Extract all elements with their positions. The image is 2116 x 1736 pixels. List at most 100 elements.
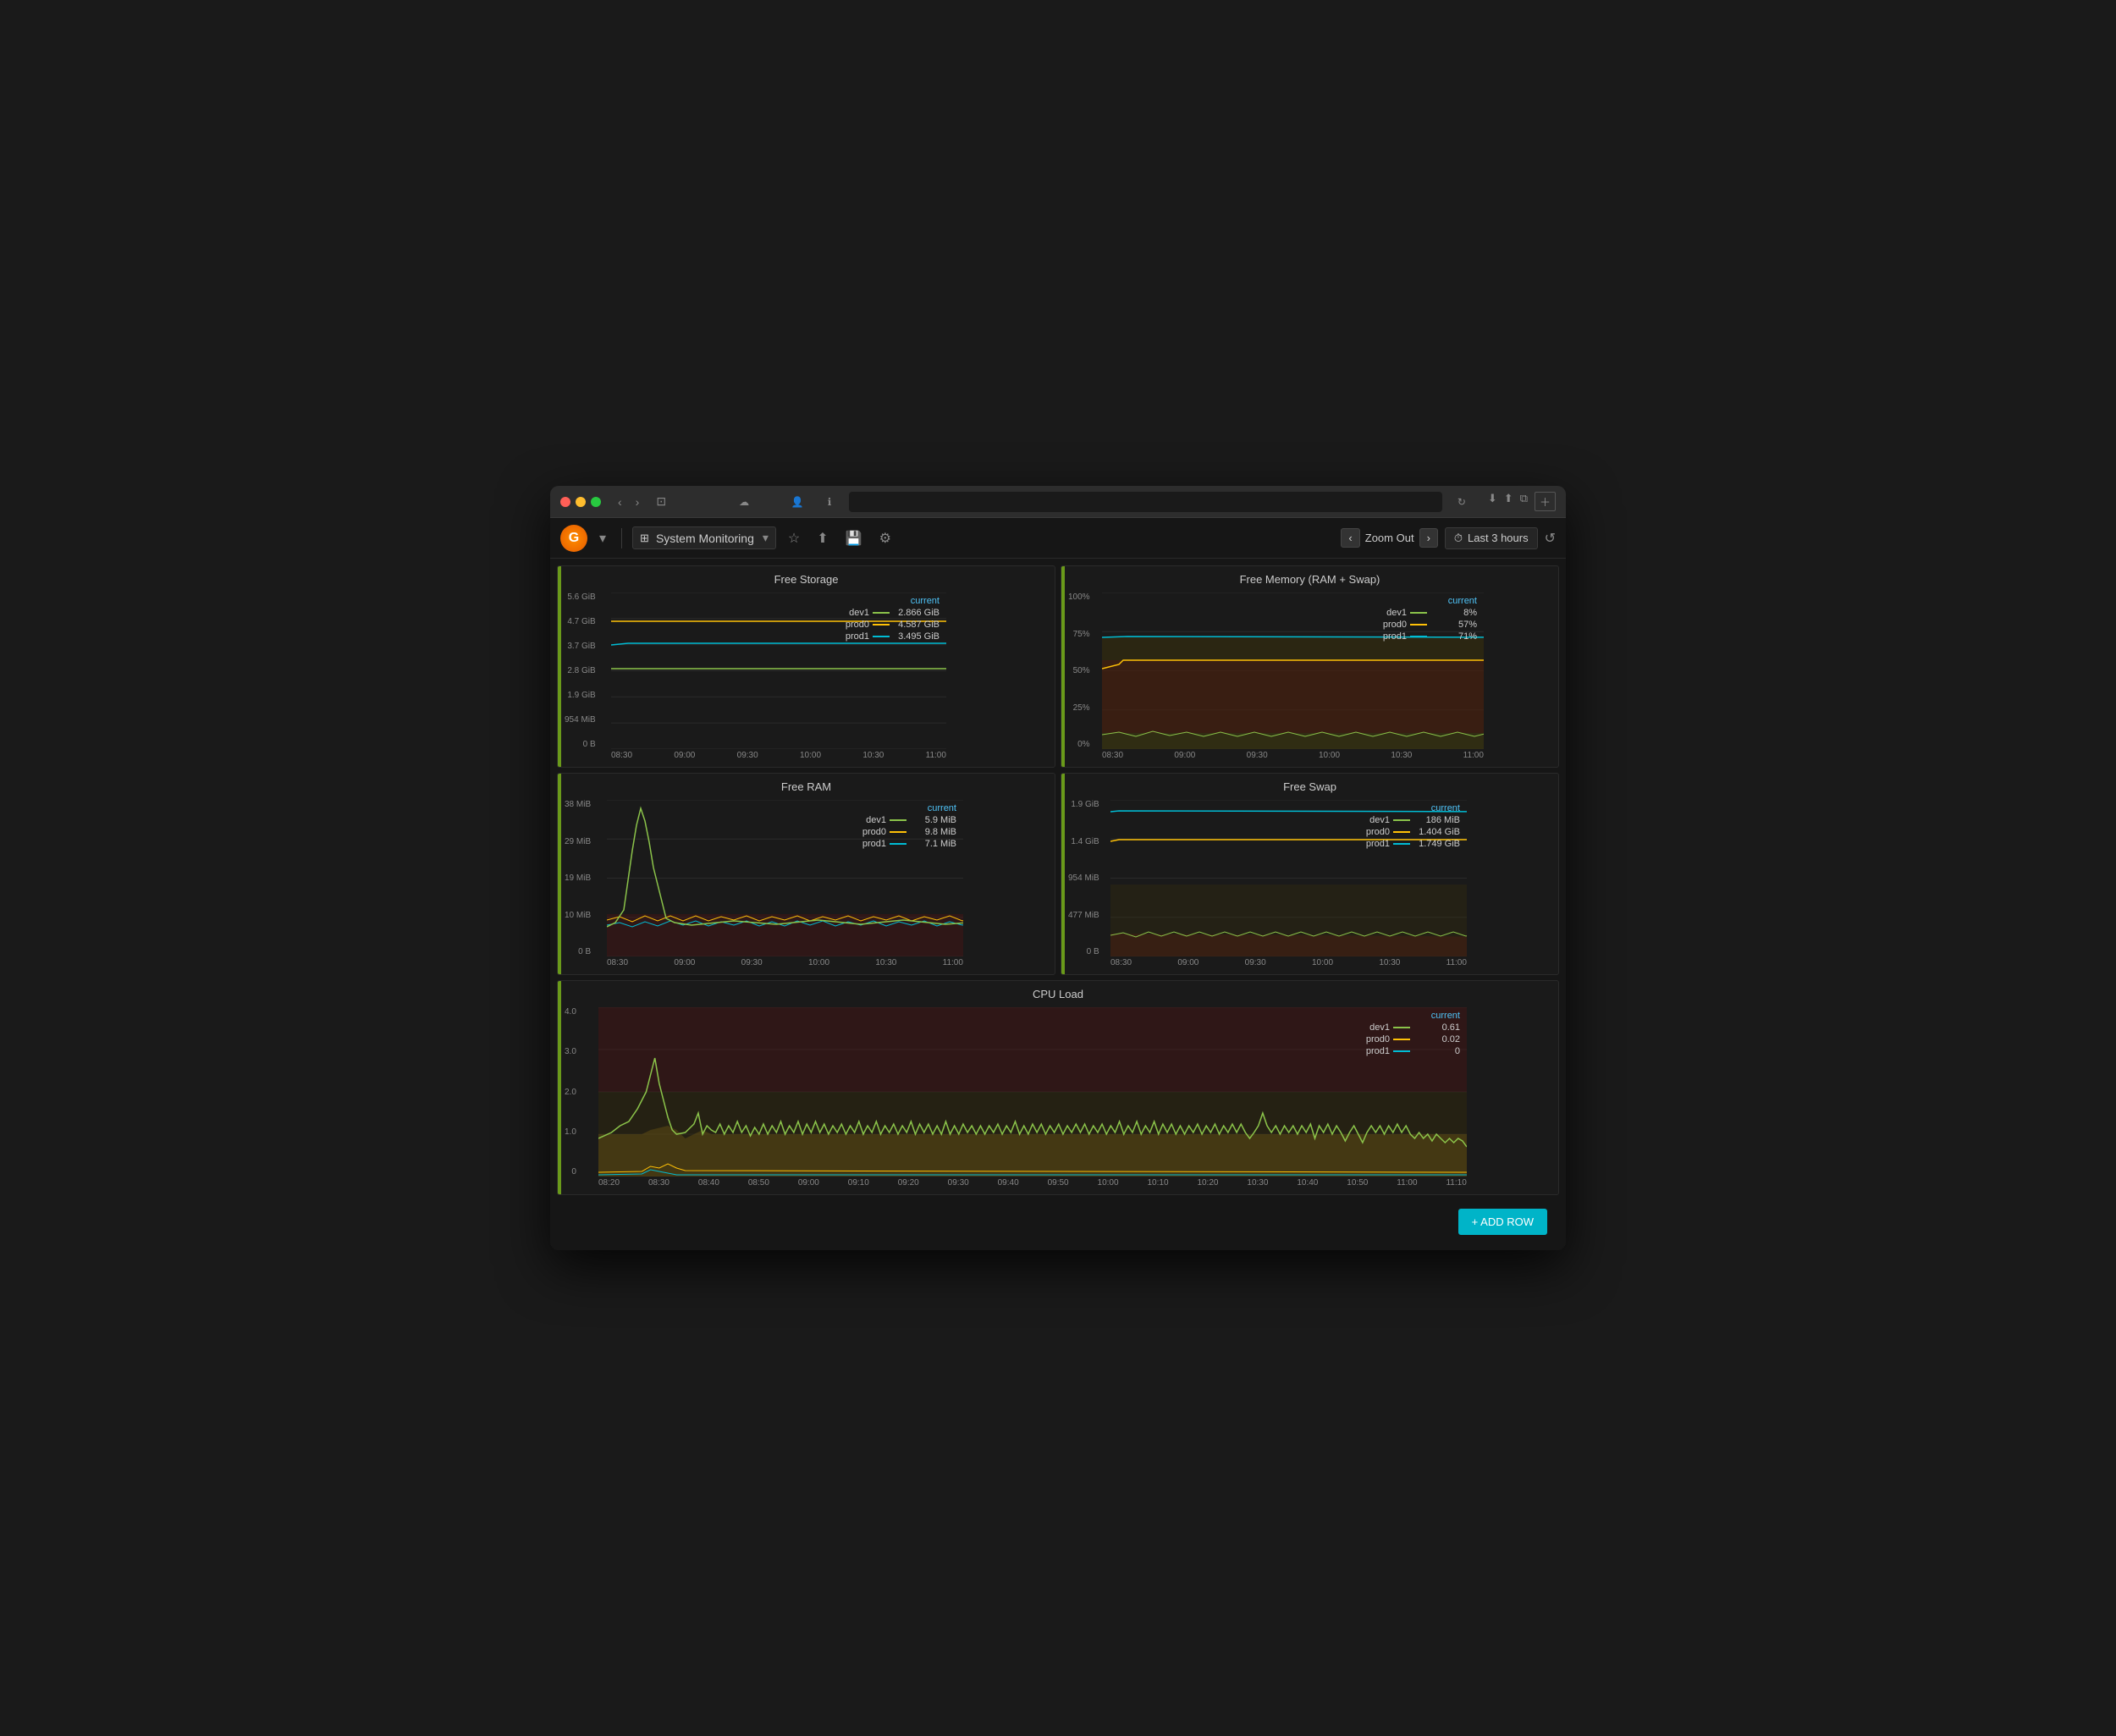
settings-button[interactable]: ⚙ (874, 526, 896, 550)
grafana-logo[interactable]: G (560, 525, 587, 552)
y-label: 0% (1068, 740, 1094, 749)
legend-prod1-label: prod1 (862, 839, 886, 849)
x-label: 09:20 (898, 1178, 919, 1188)
x-label: 09:00 (1174, 751, 1195, 760)
y-label: 75% (1068, 630, 1094, 639)
x-label: 09:30 (737, 751, 758, 760)
free-storage-panel: Free Storage 5.6 GiB 4.7 GiB 3.7 GiB 2.8… (557, 565, 1055, 768)
y-label: 4.0 (565, 1007, 580, 1017)
person-icon: 👤 (791, 496, 804, 508)
cpu-load-legend: current dev1 0.61 prod0 0.02 (1366, 1011, 1460, 1058)
y-label: 25% (1068, 703, 1094, 713)
x-label: 09:50 (1048, 1178, 1069, 1188)
y-label: 38 MiB (565, 800, 594, 809)
x-label: 10:30 (1247, 1178, 1268, 1188)
tab-icon: ⧉ (1520, 492, 1528, 511)
legend-dev1-value: 0.61 (1413, 1022, 1460, 1033)
legend-current-label: current (1366, 1011, 1460, 1021)
grafana-menu-button[interactable]: ▾ (594, 526, 611, 550)
legend-prod0-value: 57% (1430, 620, 1477, 630)
browser-window: ‹ › ⊡ ☁ 👤 ℹ ↻ ⬇ ⬆ ⧉ ＋ G ▾ ⊞ System M (550, 486, 1566, 1250)
time-range-icon: ⏱ (1454, 532, 1463, 545)
x-label: 09:00 (798, 1178, 819, 1188)
dev1-line-indicator (1393, 819, 1410, 821)
dashboard-selector[interactable]: ⊞ System Monitoring ▾ (632, 526, 776, 549)
zoom-back-button[interactable]: ‹ (1341, 528, 1359, 548)
prod1-line-indicator (1410, 636, 1427, 637)
titlebar: ‹ › ⊡ ☁ 👤 ℹ ↻ ⬇ ⬆ ⧉ ＋ (550, 486, 1566, 518)
x-label: 09:40 (998, 1178, 1019, 1188)
prod0-line-indicator (1393, 831, 1410, 833)
grafana-toolbar: G ▾ ⊞ System Monitoring ▾ ☆ ⬆ 💾 ⚙ ‹ Zoom… (550, 518, 1566, 559)
legend-prod1-value: 7.1 MiB (910, 839, 956, 849)
download-icon: ⬇ (1488, 492, 1497, 511)
dev1-line-indicator (1410, 612, 1427, 614)
legend-dev1-label: dev1 (866, 815, 886, 825)
x-label: 10:40 (1297, 1178, 1318, 1188)
time-range-selector[interactable]: ⏱ Last 3 hours (1445, 527, 1538, 549)
x-label: 09:30 (741, 958, 763, 967)
legend-dev1-value: 186 MiB (1413, 815, 1460, 825)
legend-current-label: current (1383, 596, 1477, 606)
free-memory-title: Free Memory (RAM + Swap) (1061, 566, 1558, 589)
dropdown-arrow-icon: ▾ (763, 531, 769, 545)
legend-prod1-value: 1.749 GiB (1413, 839, 1460, 849)
x-label: 09:30 (948, 1178, 969, 1188)
free-swap-legend: current dev1 186 MiB prod0 1.404 GiB (1366, 803, 1460, 851)
traffic-lights (560, 497, 601, 507)
reload-icon: ↻ (1458, 496, 1466, 508)
legend-prod0-label: prod0 (1383, 620, 1407, 630)
x-label: 11:00 (1446, 958, 1467, 967)
legend-dev1-label: dev1 (1369, 1022, 1390, 1033)
free-swap-panel: Free Swap 1.9 GiB 1.4 GiB 954 MiB 477 Mi… (1061, 773, 1559, 975)
window-view-button[interactable]: ⊡ (651, 493, 671, 510)
legend-prod1-label: prod1 (846, 631, 869, 642)
toolbar-right: ‹ Zoom Out › ⏱ Last 3 hours ↺ (1341, 527, 1556, 549)
y-label: 0 (565, 1167, 580, 1177)
x-label: 10:50 (1347, 1178, 1368, 1188)
x-label: 11:00 (943, 958, 963, 967)
x-label: 08:30 (1102, 751, 1123, 760)
y-label: 1.9 GiB (565, 691, 599, 700)
legend-dev1-value: 5.9 MiB (910, 815, 956, 825)
legend-dev1-label: dev1 (1369, 815, 1390, 825)
y-label: 2.8 GiB (565, 666, 599, 675)
x-label: 10:00 (1098, 1178, 1119, 1188)
legend-prod0-label: prod0 (846, 620, 869, 630)
y-label: 3.0 (565, 1047, 580, 1056)
x-label: 10:30 (1379, 958, 1400, 967)
maximize-button[interactable] (591, 497, 601, 507)
cpu-load-panel: CPU Load 4.0 3.0 2.0 1.0 0 (557, 980, 1559, 1195)
add-row-button[interactable]: + ADD ROW (1458, 1209, 1547, 1235)
close-button[interactable] (560, 497, 570, 507)
prod1-line-indicator (1393, 1050, 1410, 1052)
dashboard: Free Storage 5.6 GiB 4.7 GiB 3.7 GiB 2.8… (550, 559, 1566, 1250)
free-ram-legend: current dev1 5.9 MiB prod0 9.8 MiB (862, 803, 956, 851)
free-memory-legend: current dev1 8% prod0 57% (1383, 596, 1477, 643)
row-3: CPU Load 4.0 3.0 2.0 1.0 0 (557, 980, 1559, 1195)
zoom-forward-button[interactable]: › (1419, 528, 1438, 548)
address-bar[interactable] (849, 492, 1442, 512)
x-label: 11:00 (1463, 751, 1484, 760)
prod1-line-indicator (873, 636, 890, 637)
dev1-line-indicator (873, 612, 890, 614)
x-label: 09:00 (1177, 958, 1199, 967)
legend-prod0-value: 1.404 GiB (1413, 827, 1460, 837)
new-tab-button[interactable]: ＋ (1535, 492, 1556, 511)
save-button[interactable]: 💾 (840, 526, 868, 550)
star-button[interactable]: ☆ (783, 526, 805, 550)
dev1-line-indicator (890, 819, 906, 821)
free-swap-title: Free Swap (1061, 774, 1558, 796)
share-button[interactable]: ⬆ (812, 526, 833, 550)
legend-dev1-value: 8% (1430, 608, 1477, 618)
refresh-button[interactable]: ↺ (1545, 530, 1556, 547)
legend-prod1-value: 71% (1430, 631, 1477, 642)
y-label: 1.4 GiB (1068, 837, 1103, 846)
nav-back-button[interactable]: ‹ (613, 493, 627, 510)
x-label: 10:30 (1391, 751, 1412, 760)
x-label: 10:10 (1147, 1178, 1168, 1188)
minimize-button[interactable] (576, 497, 586, 507)
nav-forward-button[interactable]: › (631, 493, 645, 510)
legend-prod0-value: 4.587 GiB (893, 620, 940, 630)
x-label: 08:30 (648, 1178, 670, 1188)
